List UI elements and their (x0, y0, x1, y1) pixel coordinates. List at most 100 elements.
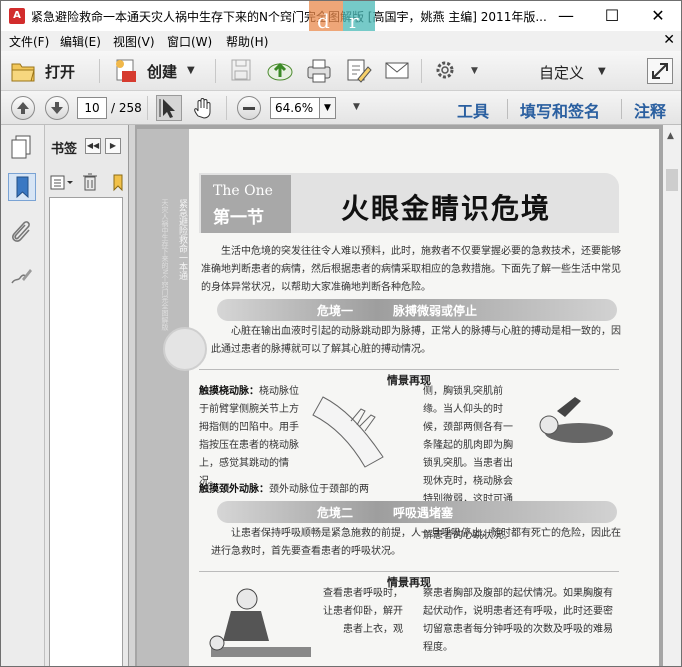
intro-paragraph: 生活中危境的突发往往令人难以预料，此时，施救者不仅要掌握必要的急救技术，还要能够… (201, 246, 621, 293)
menu-help[interactable]: 帮助(H) (226, 33, 268, 50)
zoom-dropdown-button[interactable]: ▼ (320, 97, 336, 119)
danger-two-label: 危境二 (317, 506, 354, 520)
breathing-check-text-b: 察患者胸部及腹部的起伏情况。如果胸腹有起伏动作，说明患者还有呼吸，此时还要密切留… (423, 588, 613, 653)
open-label: 打开 (45, 63, 76, 81)
bookmark-options-icon[interactable] (49, 173, 75, 193)
toolbar-divider (226, 96, 227, 120)
folder-open-icon (11, 63, 35, 82)
toolbar-divider (421, 59, 422, 83)
toolbar-divider (99, 59, 100, 83)
scroll-up-icon[interactable]: ▲ (667, 131, 674, 141)
first-aid-figure-illustration (163, 327, 207, 371)
pages-icon (11, 135, 31, 159)
danger-two-title: 呼吸遇堵塞 (393, 506, 454, 520)
signature-pen-icon (11, 269, 32, 284)
document-view[interactable]: 紧急避险救命一本通 天灾人祸中生存下来的N个窍门完全图解版 The One 第一… (135, 125, 663, 666)
navigation-toolbar: 10 / 258 64.6% ▼ ▼ 工具 填写和签名 注释 (1, 91, 681, 125)
wrist-pulse-illustration (312, 396, 384, 468)
bookmarks-panel: 书签 ◀◀ ▶ (45, 125, 129, 666)
maximize-button[interactable]: ☐ (589, 1, 635, 31)
customize-dropdown[interactable]: 自定义 (539, 62, 584, 83)
customize-chevron-icon[interactable]: ▼ (598, 66, 606, 77)
danger-one-label: 危境一 (317, 304, 354, 318)
attachments-button[interactable] (8, 219, 36, 247)
open-button[interactable]: 打开 (9, 57, 85, 85)
hand-tool-icon[interactable] (191, 96, 215, 120)
email-icon[interactable] (383, 57, 411, 85)
vertical-scrollbar[interactable]: ▲ (663, 125, 681, 666)
bookmark-icon (16, 176, 29, 199)
breathing-check-text-a: 查看患者呼吸时，让患者仰卧，解开患者上衣，观 (323, 588, 403, 635)
menu-bar: 文件(F) 编辑(E) 视图(V) 窗口(W) 帮助(H) ✕ (1, 31, 681, 51)
expand-arrows-icon (652, 63, 668, 79)
minimize-button[interactable]: — (543, 1, 589, 31)
collapse-panel-button[interactable]: ◀◀ (85, 138, 101, 154)
bookmark-tree[interactable] (49, 197, 123, 666)
menu-view[interactable]: 视图(V) (113, 33, 155, 50)
print-icon[interactable] (305, 57, 333, 85)
panel-forward-button[interactable]: ▶ (105, 138, 121, 154)
tab-tools[interactable]: 工具 (457, 98, 489, 122)
new-bookmark-icon[interactable] (109, 172, 127, 192)
menu-file[interactable]: 文件(F) (9, 33, 49, 50)
zoom-level-input[interactable]: 64.6% (270, 97, 320, 119)
radial-pulse-column: 触摸桡动脉：桡动脉位于前臂掌侧腕关节上方拇指侧的凹陷中。用手指按压在患者的桡动脉… (199, 383, 299, 491)
toolbar-divider (215, 59, 216, 83)
create-pdf-icon (116, 59, 136, 82)
main-toolbar: 打开 创建 ▼ ▼ 自定义 ▼ (1, 51, 681, 91)
create-dropdown-icon: ▼ (187, 65, 195, 76)
page-number-input[interactable]: 10 (77, 97, 107, 119)
carotid-pulse-text: 颈外动脉位于颈部的两 (269, 484, 369, 495)
more-tools-icon[interactable]: ▼ (353, 102, 360, 112)
signatures-button[interactable] (8, 263, 36, 291)
danger-two-bar: 危境二 呼吸遇堵塞 (217, 501, 617, 523)
window-title: 紧急避险救命一本通天灾人祸中生存下来的N个窍门完全图解版 [高国宇，姚燕 主编]… (31, 10, 547, 24)
app-window: A 紧急避险救命一本通天灾人祸中生存下来的N个窍门完全图解版 [高国宇，姚燕 主… (0, 0, 682, 667)
carotid-heading-line: 触摸颈外动脉：颈外动脉位于颈部的两 (199, 481, 399, 499)
tab-comments[interactable]: 注释 (634, 98, 666, 122)
edit-document-icon[interactable] (344, 57, 372, 85)
bookmarks-title: 书签 (51, 142, 78, 157)
zoom-out-button[interactable] (237, 96, 261, 120)
radial-pulse-text: 桡动脉位于前臂掌侧腕关节上方拇指侧的凹陷中。用手指按压在患者的桡动脉上，感觉其跳… (199, 386, 299, 487)
pdf-page: 紧急避险救命一本通 天灾人祸中生存下来的N个窍门完全图解版 The One 第一… (137, 129, 659, 666)
previous-page-button[interactable] (11, 96, 35, 120)
next-page-button[interactable] (45, 96, 69, 120)
scrollbar-thumb[interactable] (666, 169, 678, 191)
toolbar-overflow-icon[interactable]: ▼ (471, 66, 478, 76)
breathing-check-illustration (209, 588, 311, 657)
save-icon[interactable] (229, 57, 253, 85)
pdf-app-icon: A (9, 8, 25, 24)
select-tool-button[interactable] (156, 95, 182, 121)
danger-one-bar: 危境一 脉搏微弱或停止 (217, 299, 617, 321)
page-thumbnails-button[interactable] (8, 133, 36, 161)
carotid-pulse-heading: 触摸颈外动脉： (199, 484, 269, 495)
document-close-icon[interactable]: ✕ (663, 32, 675, 48)
cloud-upload-icon[interactable] (266, 57, 294, 85)
title-bar: A 紧急避险救命一本通天灾人祸中生存下来的N个窍门完全图解版 [高国宇，姚燕 主… (1, 1, 681, 41)
arrow-down-icon (51, 102, 63, 114)
settings-gear-icon[interactable] (433, 57, 457, 85)
close-button[interactable]: ✕ (635, 1, 681, 31)
danger-two-text: 让患者保持呼吸顺畅是紧急施救的前提，人一旦呼吸停止，随时都有死亡的危险，因此在进… (211, 528, 621, 557)
tab-fill-sign[interactable]: 填写和签名 (520, 98, 600, 122)
page-total: / 258 (111, 101, 142, 115)
create-label: 创建 (147, 63, 178, 81)
radial-pulse-heading: 触摸桡动脉： (199, 386, 259, 397)
minus-icon (243, 107, 255, 110)
delete-bookmark-icon[interactable] (81, 172, 99, 192)
create-button[interactable]: 创建 ▼ (113, 57, 199, 85)
neck-pulse-illustration (539, 397, 613, 443)
menu-window[interactable]: 窗口(W) (167, 33, 212, 50)
tab-divider (507, 99, 508, 119)
book-side-title: 紧急避险救命一本通 (177, 199, 187, 280)
arrow-up-icon (17, 102, 29, 114)
menu-edit[interactable]: 编辑(E) (60, 33, 101, 50)
book-side-subtitle: 天灾人祸中生存下来的N个窍门完全图解版 (161, 199, 169, 331)
section-badge: The One 第一节 (201, 175, 291, 233)
section-number-en: The One (213, 183, 273, 199)
danger-one-text: 心脏在输出血液时引起的动脉跳动即为脉搏，正常人的脉搏与心脏的搏动是相一致的，因此… (211, 326, 621, 355)
bookmarks-pane-button[interactable] (8, 173, 36, 201)
fullscreen-button[interactable] (647, 58, 673, 84)
toolbar-divider (147, 96, 148, 120)
